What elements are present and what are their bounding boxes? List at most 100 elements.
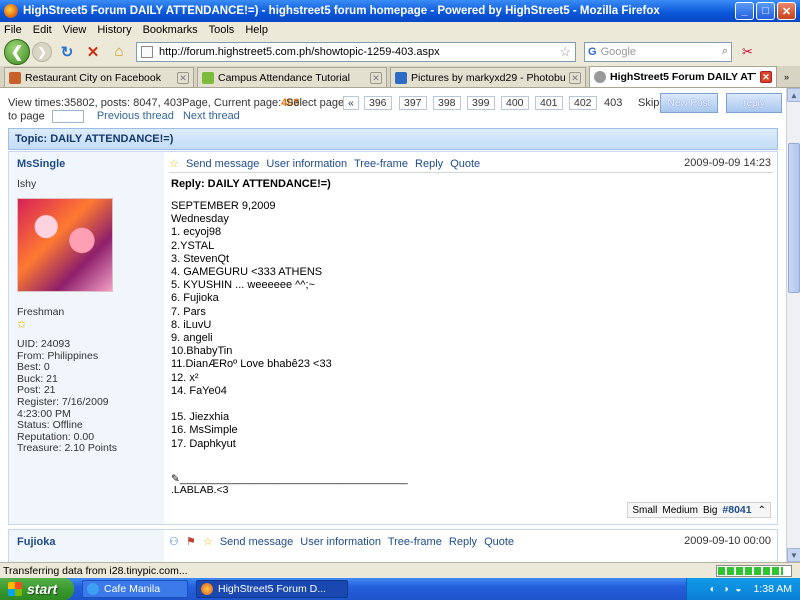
page-link[interactable]: 399 [467,96,495,110]
page-link[interactable]: 400 [501,96,529,110]
tree-frame-link[interactable]: Tree-frame [388,536,442,548]
tree-frame-link[interactable]: Tree-frame [354,158,408,170]
stop-icon[interactable]: ✕ [82,41,104,63]
quote-link[interactable]: Quote [484,536,514,548]
select-page-label: Select page: [286,97,348,109]
reply-link[interactable]: Reply [415,158,443,170]
home-icon[interactable]: ⌂ [108,41,130,63]
page-link[interactable]: 401 [535,96,563,110]
scrollbar-thumb[interactable] [788,143,800,293]
username[interactable]: Fujioka [17,536,156,548]
taskbar-item-highstreet5[interactable]: HighStreet5 Forum D... [196,580,348,598]
current-page: 403 [604,97,623,109]
font-medium-link[interactable]: Medium [662,505,698,516]
user-stats: UID: 24093 From: Philippines Best: 0 Buc… [17,338,156,455]
extension-icon[interactable]: ✂ [742,44,753,60]
scroll-up-icon[interactable]: ▲ [787,88,800,102]
clock[interactable]: 1:38 AM [753,583,792,595]
page-link[interactable]: 397 [399,96,427,110]
tab-close-icon[interactable]: ✕ [760,71,772,83]
menu-tools[interactable]: Tools [209,24,235,36]
post-body: SEPTEMBER 9,2009 Wednesday 1. ecyoj98 2.… [171,200,332,450]
back-button[interactable]: ❮ [4,38,30,65]
first-page-button[interactable]: « [343,96,359,110]
page-link[interactable]: 398 [433,96,461,110]
font-big-link[interactable]: Big [703,505,717,516]
status-text: Transferring data from i28.tinypic.com..… [3,564,188,577]
pager-row-2: to page Previous thread Next thread [8,110,240,123]
tab-highstreet5-forum[interactable]: HighStreet5 Forum DAILY ATTEN... ✕ [589,66,777,87]
taskbar-item-cafe-manila[interactable]: Cafe Manila [82,580,188,598]
view-info: View times:35802, posts: 8047, 403Page, … [8,97,300,109]
search-input[interactable]: Google [601,46,722,58]
menu-history[interactable]: History [97,24,131,36]
reply-button[interactable]: reply [726,93,782,113]
google-icon[interactable]: G [588,46,597,58]
url-bar[interactable]: http://forum.highstreet5.com.ph/showtopi… [136,41,576,62]
menu-edit[interactable]: Edit [33,24,52,36]
firefox-icon [4,4,18,18]
post-number[interactable]: #8041 [722,504,751,516]
up-icon[interactable]: ⌃ [758,505,766,516]
user-sidebar: Fujioka [9,530,164,562]
tab-list-icon[interactable]: » [784,72,789,82]
page-link[interactable]: 402 [569,96,597,110]
chat-bubble-icon [202,71,214,84]
navigation-toolbar: ❮ ❯ ↻ ✕ ⌂ http://forum.highstreet5.com.p… [0,37,800,66]
scroll-down-icon[interactable]: ▼ [787,548,800,562]
username[interactable]: MsSingle [17,158,156,170]
page-link[interactable]: 396 [364,96,392,110]
user-information-link[interactable]: User information [266,158,347,170]
page-favicon [141,45,153,58]
start-label: start [27,581,58,597]
window-title: HighStreet5 Forum DAILY ATTENDANCE!=) - … [23,5,660,17]
gear-icon [594,71,606,83]
next-thread-link[interactable]: Next thread [183,110,240,122]
reply-link[interactable]: Reply [449,536,477,548]
tab-bar: Restaurant City on Facebook ✕ Campus Att… [0,66,800,88]
vertical-scrollbar[interactable]: ▲ ▼ [786,88,800,562]
search-box[interactable]: G Google ⌕ [584,41,732,62]
menu-view[interactable]: View [63,24,87,36]
user-information-link[interactable]: User information [300,536,381,548]
tab-close-icon[interactable]: ✕ [370,71,382,84]
url-text[interactable]: http://forum.highstreet5.com.ph/showtopi… [159,46,559,58]
page-number-input[interactable] [51,110,84,123]
stat-treasure: Treasure: 2.10 Points [17,442,117,455]
page-content: View times:35802, posts: 8047, 403Page, … [0,88,786,562]
star-icon: ☆ [169,158,179,170]
menu-bar: File Edit View History Bookmarks Tools H… [0,22,800,37]
maximize-button[interactable]: □ [756,2,775,20]
search-icon[interactable]: ⌕ [722,45,728,58]
post-date: 2009-09-09 14:23 [684,157,771,169]
font-small-link[interactable]: Small [632,505,657,516]
forward-button[interactable]: ❯ [32,41,52,62]
start-button[interactable]: start [0,578,74,600]
tab-photobucket[interactable]: Pictures by markyxd29 - Photobucket ✕ [390,67,586,87]
user-rank: Freshman [17,306,65,318]
close-button[interactable]: ✕ [777,2,796,20]
previous-thread-link[interactable]: Previous thread [97,110,174,122]
post: Fujioka ⚇ ⚑ ☆ Send message User informat… [8,529,778,562]
tab-restaurant-city[interactable]: Restaurant City on Facebook ✕ [4,67,194,87]
windows-logo-icon [8,582,22,596]
progress-fill [718,566,783,575]
new-post-button[interactable]: New Post [660,93,718,113]
send-message-link[interactable]: Send message [220,536,293,548]
bookmark-star-icon[interactable]: ☆ [559,44,571,60]
reload-icon[interactable]: ↻ [56,41,78,63]
taskbar-item-label: HighStreet5 Forum D... [218,583,326,595]
tray-icons[interactable]: ◐ ◑ ◒ [710,584,744,595]
tab-label: Campus Attendance Tutorial [218,71,350,84]
minimize-button[interactable]: _ [735,2,754,20]
send-message-link[interactable]: Send message [186,158,259,170]
star-icon: ☆ [202,536,213,548]
quote-link[interactable]: Quote [450,158,480,170]
menu-help[interactable]: Help [245,24,268,36]
tab-campus-attendance[interactable]: Campus Attendance Tutorial ✕ [197,67,387,87]
menu-file[interactable]: File [4,24,22,36]
menu-bookmarks[interactable]: Bookmarks [143,24,198,36]
tab-close-icon[interactable]: ✕ [569,71,581,84]
tab-close-icon[interactable]: ✕ [177,71,189,84]
post-main: ☆ Send message User information Tree-fra… [165,152,777,524]
